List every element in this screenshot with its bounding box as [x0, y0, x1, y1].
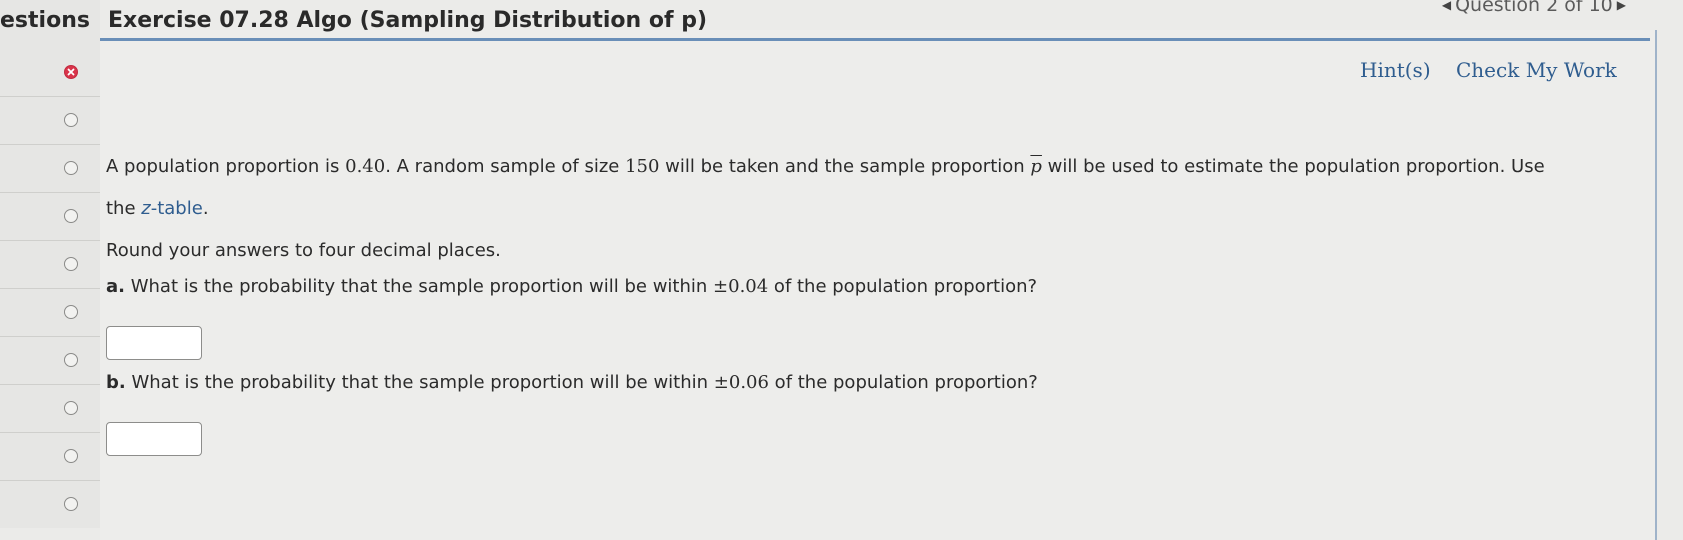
question-counter: Question 2 of 10 [1455, 0, 1613, 16]
unanswered-circle-icon [64, 209, 78, 223]
hints-link[interactable]: Hint(s) [1360, 58, 1431, 82]
text-segment: the [106, 198, 142, 219]
z-table-text: -table [150, 198, 203, 219]
text-segment: . A random sample of size [385, 156, 626, 177]
question-item-3[interactable] [0, 144, 100, 193]
question-item-10[interactable] [0, 480, 100, 528]
part-b-answer-input[interactable] [106, 422, 202, 456]
unanswered-circle-icon [64, 497, 78, 511]
z-table-link[interactable]: z-table [141, 198, 203, 219]
text-segment: will be taken and the sample proportion [659, 156, 1031, 177]
part-b-question: b. What is the probability that the samp… [106, 372, 1038, 393]
screen: estions Exercise 07.28 Algo (Sampling Di… [0, 0, 1683, 540]
incorrect-icon [64, 65, 78, 79]
question-navigator: ◀ Question 2 of 10 ▶ [1438, 0, 1630, 16]
unanswered-circle-icon [64, 161, 78, 175]
question-item-9[interactable] [0, 432, 100, 481]
question-item-2[interactable] [0, 96, 100, 145]
check-my-work-link[interactable]: Check My Work [1456, 58, 1617, 82]
unanswered-circle-icon [64, 257, 78, 271]
part-b-value: ±0.06 [713, 372, 769, 393]
question-item-5[interactable] [0, 240, 100, 289]
problem-line-2: the z-table. [106, 198, 209, 219]
sample-size-value: 150 [625, 156, 660, 177]
exercise-title: Exercise 07.28 Algo (Sampling Distributi… [108, 8, 708, 33]
unanswered-circle-icon [64, 401, 78, 415]
prev-question-icon[interactable]: ◀ [1438, 0, 1455, 12]
unanswered-circle-icon [64, 449, 78, 463]
unanswered-circle-icon [64, 113, 78, 127]
part-a-answer-input[interactable] [106, 326, 202, 360]
unanswered-circle-icon [64, 353, 78, 367]
part-a-label: a. [106, 276, 125, 297]
question-item-7[interactable] [0, 336, 100, 385]
z-letter: z [141, 198, 151, 219]
text-segment: of the population proportion? [768, 276, 1038, 297]
population-proportion-value: 0.40 [345, 156, 386, 177]
text-segment: A population proportion is [106, 156, 346, 177]
text-segment: will be used to estimate the population … [1041, 156, 1545, 177]
question-item-6[interactable] [0, 288, 100, 337]
p-bar-symbol: p [1030, 156, 1042, 177]
part-b-label: b. [106, 372, 126, 393]
instruction-text: Round your answers to four decimal place… [106, 240, 501, 261]
problem-line-1: A population proportion is 0.40. A rando… [106, 156, 1545, 177]
part-a-value: ±0.04 [713, 276, 769, 297]
text-segment: of the population proportion? [768, 372, 1038, 393]
text-segment: . [202, 198, 209, 219]
header-divider [100, 38, 1650, 41]
unanswered-circle-icon [64, 305, 78, 319]
question-item-8[interactable] [0, 384, 100, 433]
question-item-1[interactable] [0, 48, 100, 97]
text-segment: What is the probability that the sample … [124, 276, 714, 297]
question-item-4[interactable] [0, 192, 100, 241]
question-sidebar: estions [0, 0, 100, 528]
next-question-icon[interactable]: ▶ [1613, 0, 1630, 12]
text-segment: What is the probability that the sample … [125, 372, 714, 393]
sidebar-title: estions [0, 8, 90, 33]
part-a-question: a. What is the probability that the samp… [106, 276, 1037, 297]
